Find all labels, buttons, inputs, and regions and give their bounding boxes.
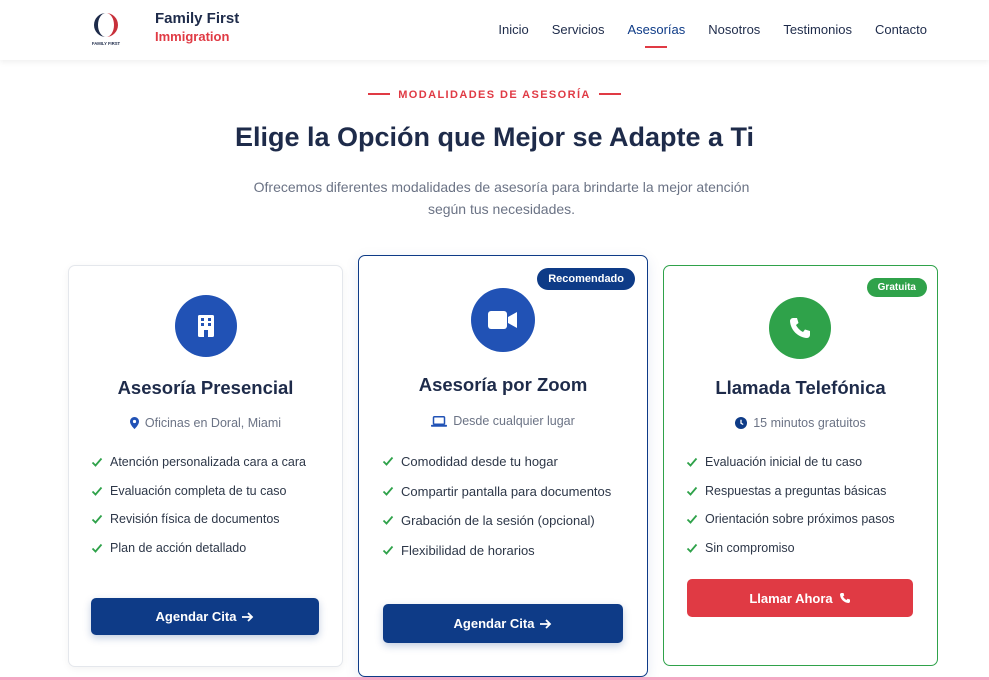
button-label: Agendar Cita: [155, 609, 237, 624]
feature-list: Atención personalizada cara a cara Evalu…: [91, 453, 323, 567]
list-item: Respuestas a preguntas básicas: [686, 482, 926, 501]
card-presencial: Asesoría Presencial Oficinas en Doral, M…: [68, 265, 343, 667]
check-icon: [382, 486, 394, 496]
check-icon: [382, 456, 394, 466]
list-item: Comodidad desde tu hogar: [382, 452, 632, 472]
check-icon: [686, 514, 698, 524]
feature-list: Comodidad desde tu hogar Compartir panta…: [382, 452, 632, 570]
list-item: Evaluación inicial de tu caso: [686, 453, 926, 472]
family-first-logo[interactable]: FAMILY FIRST: [86, 9, 126, 49]
check-icon: [686, 486, 698, 496]
section-title: Elige la Opción que Mejor se Adapte a Ti: [234, 122, 755, 152]
eyebrow-line-left: [368, 93, 391, 96]
llamar-ahora-button[interactable]: Llamar Ahora: [687, 579, 913, 617]
section-eyebrow: MODALIDADES DE ASESORÍA: [0, 89, 989, 101]
arrow-right-icon: [540, 618, 552, 629]
eyebrow-line-right: [598, 93, 621, 96]
recommended-badge: Recomendado: [537, 268, 635, 290]
check-icon: [686, 457, 698, 467]
list-item: Plan de acción detallado: [91, 539, 323, 558]
check-icon: [91, 486, 103, 496]
check-icon: [91, 543, 103, 553]
nav-item-inicio[interactable]: Inicio: [498, 21, 528, 39]
main-nav: Inicio Servicios Asesorías Nosotros Test…: [498, 21, 927, 39]
card-subtitle: 15 minutos gratuitos: [664, 416, 937, 430]
card-llamada: Gratuita Llamada Telefónica 15 minutos g…: [663, 265, 938, 666]
brand-name-bottom: Immigration: [155, 29, 230, 44]
list-item: Compartir pantalla para documentos: [382, 482, 632, 502]
check-icon: [91, 514, 103, 524]
map-pin-icon: [129, 417, 139, 429]
brand-name[interactable]: Family First Immigration: [155, 10, 239, 46]
card-icon-circle: [471, 288, 535, 352]
agendar-cita-button[interactable]: Agendar Cita: [91, 598, 319, 635]
list-item: Sin compromiso: [686, 539, 926, 558]
list-item: Evaluación completa de tu caso: [91, 482, 323, 501]
feature-list: Evaluación inicial de tu caso Respuestas…: [686, 453, 926, 567]
phone-icon: [790, 318, 810, 338]
check-icon: [382, 545, 394, 555]
nav-item-nosotros[interactable]: Nosotros: [708, 21, 760, 39]
site-header: FAMILY FIRST Family First Immigration In…: [0, 0, 989, 60]
nav-item-contacto[interactable]: Contacto: [875, 21, 927, 39]
eyebrow-text: MODALIDADES DE ASESORÍA: [398, 89, 591, 101]
list-item: Revisión física de documentos: [91, 510, 323, 529]
check-icon: [382, 515, 394, 525]
check-icon: [686, 543, 698, 553]
nav-item-testimonios[interactable]: Testimonios: [783, 21, 852, 39]
arrow-right-icon: [242, 611, 254, 622]
button-label: Agendar Cita: [453, 616, 535, 631]
nav-item-servicios[interactable]: Servicios: [552, 21, 605, 39]
button-label: Llamar Ahora: [749, 590, 833, 606]
list-item: Atención personalizada cara a cara: [91, 453, 323, 472]
card-icon-circle: [769, 297, 831, 359]
list-item: Grabación de la sesión (opcional): [382, 511, 632, 531]
brand-name-top: Family First: [155, 10, 240, 27]
free-badge: Gratuita: [866, 278, 927, 297]
check-icon: [91, 457, 103, 467]
laptop-icon: [431, 415, 448, 427]
section-subtitle: Ofrecemos diferentes modalidades de ases…: [253, 179, 750, 217]
list-item: Flexibilidad de horarios: [382, 541, 632, 561]
card-subtitle: Oficinas en Doral, Miami: [69, 416, 342, 430]
clock-icon: [735, 417, 748, 429]
card-subtitle-text: 15 minutos gratuitos: [753, 416, 866, 430]
video-icon: [488, 311, 517, 329]
building-icon: [198, 315, 214, 337]
card-title: Asesoría por Zoom: [418, 374, 588, 395]
card-subtitle-text: Oficinas en Doral, Miami: [144, 416, 282, 430]
phone-icon: [839, 593, 850, 603]
card-zoom: Recomendado Asesoría por Zoom Desde cual…: [358, 255, 648, 677]
nav-item-asesorias[interactable]: Asesorías: [627, 21, 685, 39]
card-icon-circle: [175, 295, 237, 357]
card-subtitle: Desde cualquier lugar: [359, 414, 647, 428]
card-title: Asesoría Presencial: [117, 377, 294, 398]
agendar-cita-button[interactable]: Agendar Cita: [383, 604, 623, 643]
list-item: Orientación sobre próximos pasos: [686, 510, 926, 529]
svg-text:FAMILY FIRST: FAMILY FIRST: [92, 41, 121, 46]
card-title: Llamada Telefónica: [715, 377, 886, 398]
card-subtitle-text: Desde cualquier lugar: [453, 414, 575, 428]
